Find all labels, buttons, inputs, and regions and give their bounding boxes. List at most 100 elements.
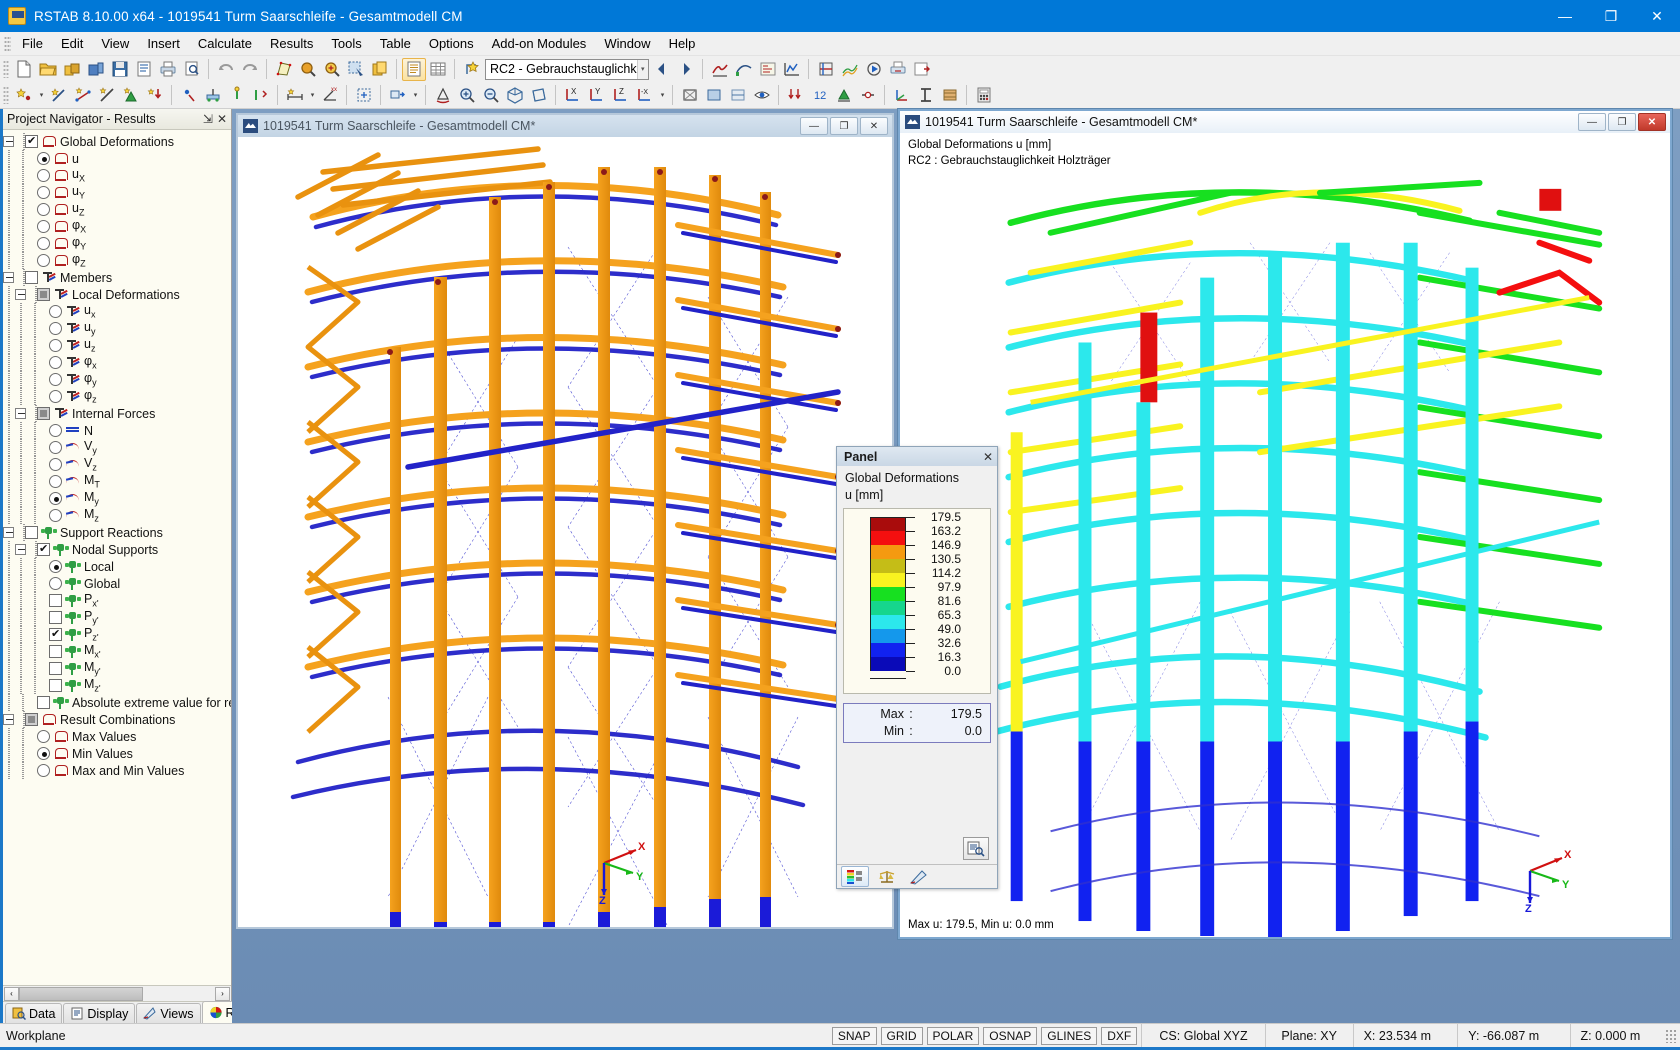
- panel-tab-factors[interactable]: [873, 866, 901, 887]
- new-member-set-icon[interactable]: [95, 84, 119, 107]
- model-window-right[interactable]: 1019541 Turm Saarschleife - Gesamtmodell…: [898, 109, 1672, 939]
- toolbar-grip[interactable]: [3, 60, 9, 78]
- results-tree[interactable]: Global DeformationsuuXuYuZφXφYφZMembersL…: [3, 130, 231, 985]
- status-toggle-glines[interactable]: GLINES: [1041, 1027, 1097, 1045]
- toolbar-grip[interactable]: [3, 86, 9, 104]
- hinge-symbols-icon[interactable]: [856, 84, 880, 107]
- tree-checkbox-partial[interactable]: [25, 713, 38, 726]
- tree-item-p[interactable]: Pz': [3, 626, 231, 643]
- tree-checkbox-partial[interactable]: [37, 288, 50, 301]
- tree-radio[interactable]: [49, 424, 62, 437]
- tree-radio[interactable]: [49, 356, 62, 369]
- tree-item-m[interactable]: My: [3, 490, 231, 507]
- tree-item-[interactable]: φZ: [3, 252, 231, 269]
- tree-checkbox[interactable]: [37, 696, 50, 709]
- next-load-case-icon[interactable]: [674, 58, 698, 81]
- model-canvas-left[interactable]: X Y Z: [238, 137, 892, 927]
- model-canvas-right[interactable]: Global Deformations u [mm] RC2 : Gebrauc…: [900, 133, 1670, 937]
- tree-item-[interactable]: φY: [3, 235, 231, 252]
- menu-item-calculate[interactable]: Calculate: [189, 33, 261, 54]
- copy-icon[interactable]: [368, 58, 392, 81]
- tree-item-min-values[interactable]: Min Values: [3, 745, 231, 762]
- local-axes-icon[interactable]: [890, 84, 914, 107]
- view-in-y-icon[interactable]: Y: [585, 84, 609, 107]
- zoom-in-icon[interactable]: [455, 84, 479, 107]
- tree-radio[interactable]: [49, 373, 62, 386]
- zoom-all-icon[interactable]: [320, 58, 344, 81]
- tab-views[interactable]: Views: [136, 1003, 200, 1023]
- tree-checkbox-checked[interactable]: [25, 135, 38, 148]
- tree-radio[interactable]: [49, 390, 62, 403]
- tree-expander-icon[interactable]: [15, 408, 26, 419]
- tree-radio[interactable]: [49, 577, 62, 590]
- tree-item-u[interactable]: uz: [3, 337, 231, 354]
- tree-expander-icon[interactable]: [15, 289, 26, 300]
- tree-item-v[interactable]: Vz: [3, 456, 231, 473]
- tree-item-p[interactable]: Px': [3, 592, 231, 609]
- new-file-icon[interactable]: [12, 58, 36, 81]
- scroll-thumb[interactable]: [19, 987, 143, 1001]
- tree-item-local-deformations[interactable]: Local Deformations: [3, 286, 231, 303]
- edit-member-icon[interactable]: [225, 84, 249, 107]
- model-window-right-minimize[interactable]: —: [1578, 113, 1606, 131]
- save-icon[interactable]: [108, 58, 132, 81]
- pin-icon[interactable]: ⇲: [203, 112, 213, 126]
- tree-checkbox[interactable]: [25, 526, 38, 539]
- color-scale-legend[interactable]: 179.5163.2146.9130.5114.297.981.665.349.…: [843, 508, 991, 694]
- zoom-out-icon[interactable]: [479, 84, 503, 107]
- tree-item-[interactable]: φz: [3, 388, 231, 405]
- model-window-left[interactable]: 1019541 Turm Saarschleife - Gesamtmodell…: [236, 113, 894, 929]
- tree-expander-icon[interactable]: [3, 714, 14, 725]
- close-button[interactable]: ✕: [1634, 0, 1680, 32]
- menu-item-tools[interactable]: Tools: [322, 33, 370, 54]
- open-model-icon[interactable]: [84, 58, 108, 81]
- model-window-right-maximize[interactable]: ❐: [1608, 113, 1636, 131]
- transparent-model-icon[interactable]: [726, 84, 750, 107]
- view-in-z-icon[interactable]: Z: [609, 84, 633, 107]
- result-diagram-icon[interactable]: [780, 58, 804, 81]
- new-load-icon[interactable]: [143, 84, 167, 107]
- load-case-combo[interactable]: RC2 - Gebrauchstauglichk ▾: [485, 59, 649, 80]
- animation-icon[interactable]: [862, 58, 886, 81]
- resize-grip[interactable]: [1665, 1029, 1678, 1043]
- new-nodal-support-icon[interactable]: [119, 84, 143, 107]
- calculate-icon[interactable]: [972, 84, 996, 107]
- tree-radio[interactable]: [37, 254, 50, 267]
- numbering-icon[interactable]: 12: [808, 84, 832, 107]
- materials-icon[interactable]: [938, 84, 962, 107]
- tree-item-p[interactable]: Py': [3, 609, 231, 626]
- status-toggle-polar[interactable]: POLAR: [927, 1027, 980, 1045]
- print-preview-icon[interactable]: [180, 58, 204, 81]
- tree-item-members[interactable]: Members: [3, 269, 231, 286]
- tree-radio[interactable]: [37, 220, 50, 233]
- printout-report-icon[interactable]: [132, 58, 156, 81]
- previous-load-case-icon[interactable]: [650, 58, 674, 81]
- tree-item-internal-forces[interactable]: Internal Forces: [3, 405, 231, 422]
- load-symbols-icon[interactable]: [784, 84, 808, 107]
- print-graphic-icon[interactable]: [886, 58, 910, 81]
- visibility-icon[interactable]: [750, 84, 774, 107]
- model-window-left-maximize[interactable]: ❐: [830, 117, 858, 135]
- tree-item-u[interactable]: uZ: [3, 201, 231, 218]
- edit-support-icon[interactable]: [201, 84, 225, 107]
- views-dropdown-arrow[interactable]: ▾: [657, 84, 668, 107]
- tree-checkbox-checked[interactable]: [49, 628, 62, 641]
- menu-item-edit[interactable]: Edit: [52, 33, 92, 54]
- view-in-x-icon[interactable]: X: [561, 84, 585, 107]
- move-copy-dropdown-arrow[interactable]: ▾: [410, 84, 421, 107]
- panel-detail-settings-icon[interactable]: [963, 837, 989, 860]
- model-window-left-close[interactable]: ✕: [860, 117, 888, 135]
- tree-radio[interactable]: [49, 322, 62, 335]
- tree-radio[interactable]: [49, 475, 62, 488]
- deformation-results-icon[interactable]: [732, 58, 756, 81]
- tree-radio[interactable]: [37, 169, 50, 182]
- tree-expander-icon[interactable]: [3, 272, 14, 283]
- redo-icon[interactable]: [238, 58, 262, 81]
- tree-item-local[interactable]: Local: [3, 558, 231, 575]
- tree-expander-icon[interactable]: [3, 527, 14, 538]
- menu-item-results[interactable]: Results: [261, 33, 322, 54]
- view-in-negative-x-icon[interactable]: -X: [633, 84, 657, 107]
- perspective-view-icon[interactable]: [527, 84, 551, 107]
- dimension-icon[interactable]: [283, 84, 307, 107]
- rotate-view-icon[interactable]: [431, 84, 455, 107]
